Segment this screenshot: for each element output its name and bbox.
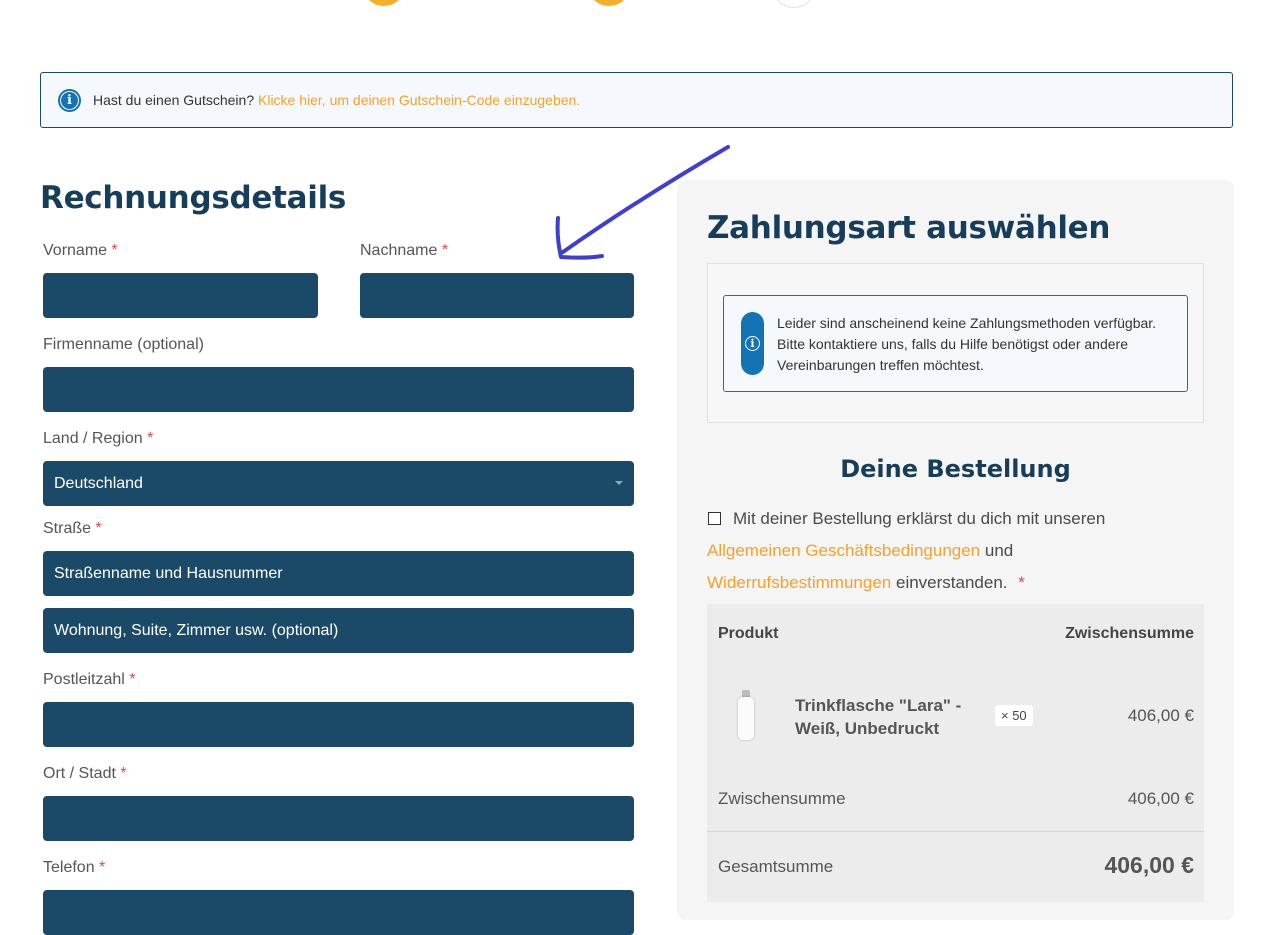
zip-input[interactable] xyxy=(43,702,634,747)
country-select[interactable]: Deutschland xyxy=(43,461,634,506)
street-input[interactable] xyxy=(43,551,634,596)
city-input[interactable] xyxy=(43,796,634,841)
info-icon: i xyxy=(741,312,764,375)
subtotal-value: 406,00 € xyxy=(1127,789,1194,808)
company-label: Firmenname (optional) xyxy=(43,336,204,353)
total-value: 406,00 € xyxy=(1104,852,1194,878)
terms-suffix: einverstanden. xyxy=(895,573,1008,592)
last-name-label: Nachname * xyxy=(360,242,449,259)
terms-required-mark: * xyxy=(1018,573,1025,592)
coupon-notice: i Hast du einen Gutschein? Klicke hier, … xyxy=(40,72,1233,128)
order-table: Produkt Zwischensumme Trinkflasche "Lara… xyxy=(707,604,1204,902)
product-price: 406,00 € xyxy=(1127,706,1194,725)
country-label: Land / Region * xyxy=(43,430,154,447)
terms-withdrawal-link[interactable]: Widerrufsbestimmungen xyxy=(707,573,891,592)
terms-checkbox[interactable] xyxy=(708,512,721,525)
order-title: Deine Bestellung xyxy=(840,455,1071,483)
coupon-question: Hast du einen Gutschein? xyxy=(93,92,255,108)
phone-label: Telefon * xyxy=(43,859,106,876)
checkout-step-1 xyxy=(366,0,402,6)
product-qty: × 50 xyxy=(995,705,1033,726)
checkout-step-3 xyxy=(775,0,813,8)
company-input[interactable] xyxy=(43,367,634,412)
billing-title: Rechnungsdetails xyxy=(40,180,347,216)
phone-input[interactable] xyxy=(43,890,634,935)
bottle-thumbnail xyxy=(738,690,754,742)
terms-agb-link[interactable]: Allgemeinen Geschäftsbedingungen xyxy=(707,541,980,560)
zip-label: Postleitzahl * xyxy=(43,671,136,688)
street2-input[interactable] xyxy=(43,608,634,653)
coupon-link[interactable]: Klicke hier, um deinen Gutschein-Code ei… xyxy=(258,92,580,108)
payment-title: Zahlungsart auswählen xyxy=(707,210,1111,246)
terms-and: und xyxy=(984,541,1014,560)
annotation-arrow xyxy=(555,145,730,260)
chevron-down-icon xyxy=(615,481,623,485)
product-name: Trinkflasche "Lara" - Weiß, Unbedruckt xyxy=(795,696,962,738)
col-product-header: Produkt xyxy=(718,625,779,642)
info-icon: i xyxy=(58,88,81,112)
total-label: Gesamtsumme xyxy=(718,857,834,876)
city-label: Ort / Stadt * xyxy=(43,765,127,782)
first-name-label: Vorname * xyxy=(43,242,118,259)
terms-consent: Mit deiner Bestellung erklärst du dich m… xyxy=(707,503,1177,599)
checkout-step-2 xyxy=(591,0,627,6)
payment-notice: i Leider sind anscheinend keine Zahlungs… xyxy=(723,295,1188,392)
street-label: Straße * xyxy=(43,520,102,537)
coupon-text: Hast du einen Gutschein? Klicke hier, um… xyxy=(93,92,580,108)
subtotal-label: Zwischensumme xyxy=(718,789,846,808)
country-selected-value: Deutschland xyxy=(54,474,143,492)
last-name-input[interactable] xyxy=(360,273,634,318)
first-name-input[interactable] xyxy=(43,273,318,318)
payment-notice-text: Leider sind anscheinend keine Zahlungsme… xyxy=(777,315,1157,373)
col-subtotal-header: Zwischensumme xyxy=(1065,625,1194,642)
terms-prefix: Mit deiner Bestellung erklärst du dich m… xyxy=(733,509,1106,528)
divider xyxy=(707,831,1204,832)
